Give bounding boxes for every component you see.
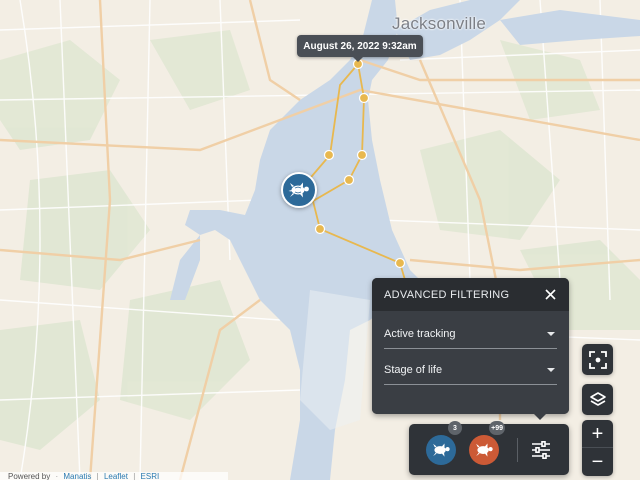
chevron-down-icon	[547, 367, 555, 372]
sea-turtle-icon	[476, 443, 493, 457]
fit-bounds-button[interactable]	[582, 344, 613, 375]
count-badge: 3	[448, 421, 462, 435]
panel-header: ADVANCED FILTERING	[372, 278, 569, 311]
sea-turtle-icon	[288, 182, 309, 198]
attribution-separator: ·	[55, 472, 59, 480]
track-point[interactable]	[343, 174, 355, 186]
map-attribution: Powered by · Manatis | Leaflet | ESRI	[0, 472, 228, 480]
sea-turtle-icon	[433, 443, 450, 457]
blue-turtle-group-button[interactable]: 3	[426, 421, 462, 465]
active-tracking-dropdown[interactable]: Active tracking	[384, 319, 557, 349]
city-label: Jacksonville	[392, 14, 487, 33]
attribution-prefix: Powered by	[8, 472, 51, 480]
track-point[interactable]	[356, 149, 368, 161]
dropdown-label: Active tracking	[384, 327, 456, 340]
track-point[interactable]	[358, 92, 370, 104]
attribution-link-leaflet[interactable]: Leaflet	[104, 472, 128, 480]
dropdown-label: Stage of life	[384, 363, 443, 376]
count-badge: +99	[489, 421, 505, 435]
layers-icon	[589, 391, 606, 406]
chevron-down-icon	[547, 331, 555, 336]
zoom-in-button[interactable]: +	[582, 420, 613, 448]
focus-frame-icon	[588, 350, 607, 369]
panel-body: Active tracking Stage of life	[372, 311, 569, 414]
panel-title: ADVANCED FILTERING	[384, 288, 510, 301]
advanced-filtering-panel: ADVANCED FILTERING Active tracking Stage…	[372, 278, 569, 420]
sliders-icon[interactable]	[528, 437, 554, 463]
layers-button[interactable]	[582, 384, 613, 415]
red-turtle-group-button[interactable]: +99	[469, 421, 505, 465]
turtle-position-marker[interactable]	[281, 172, 317, 208]
close-icon[interactable]	[543, 288, 557, 302]
zoom-out-button[interactable]: −	[582, 448, 613, 476]
stage-of-life-dropdown[interactable]: Stage of life	[384, 355, 557, 385]
track-point-tooltip: August 26, 2022 9:32am	[297, 35, 423, 62]
attribution-link-manatis[interactable]: Manatis	[63, 472, 91, 480]
attribution-separator: |	[133, 472, 136, 480]
track-point[interactable]	[323, 149, 335, 161]
attribution-separator: |	[96, 472, 99, 480]
legend-divider	[517, 438, 518, 462]
track-point[interactable]	[314, 223, 326, 235]
species-legend-bar: 3 +99	[409, 421, 569, 475]
attribution-link-esri[interactable]: ESRI	[141, 472, 160, 480]
zoom-control: + −	[582, 420, 613, 476]
track-point[interactable]	[394, 257, 406, 269]
